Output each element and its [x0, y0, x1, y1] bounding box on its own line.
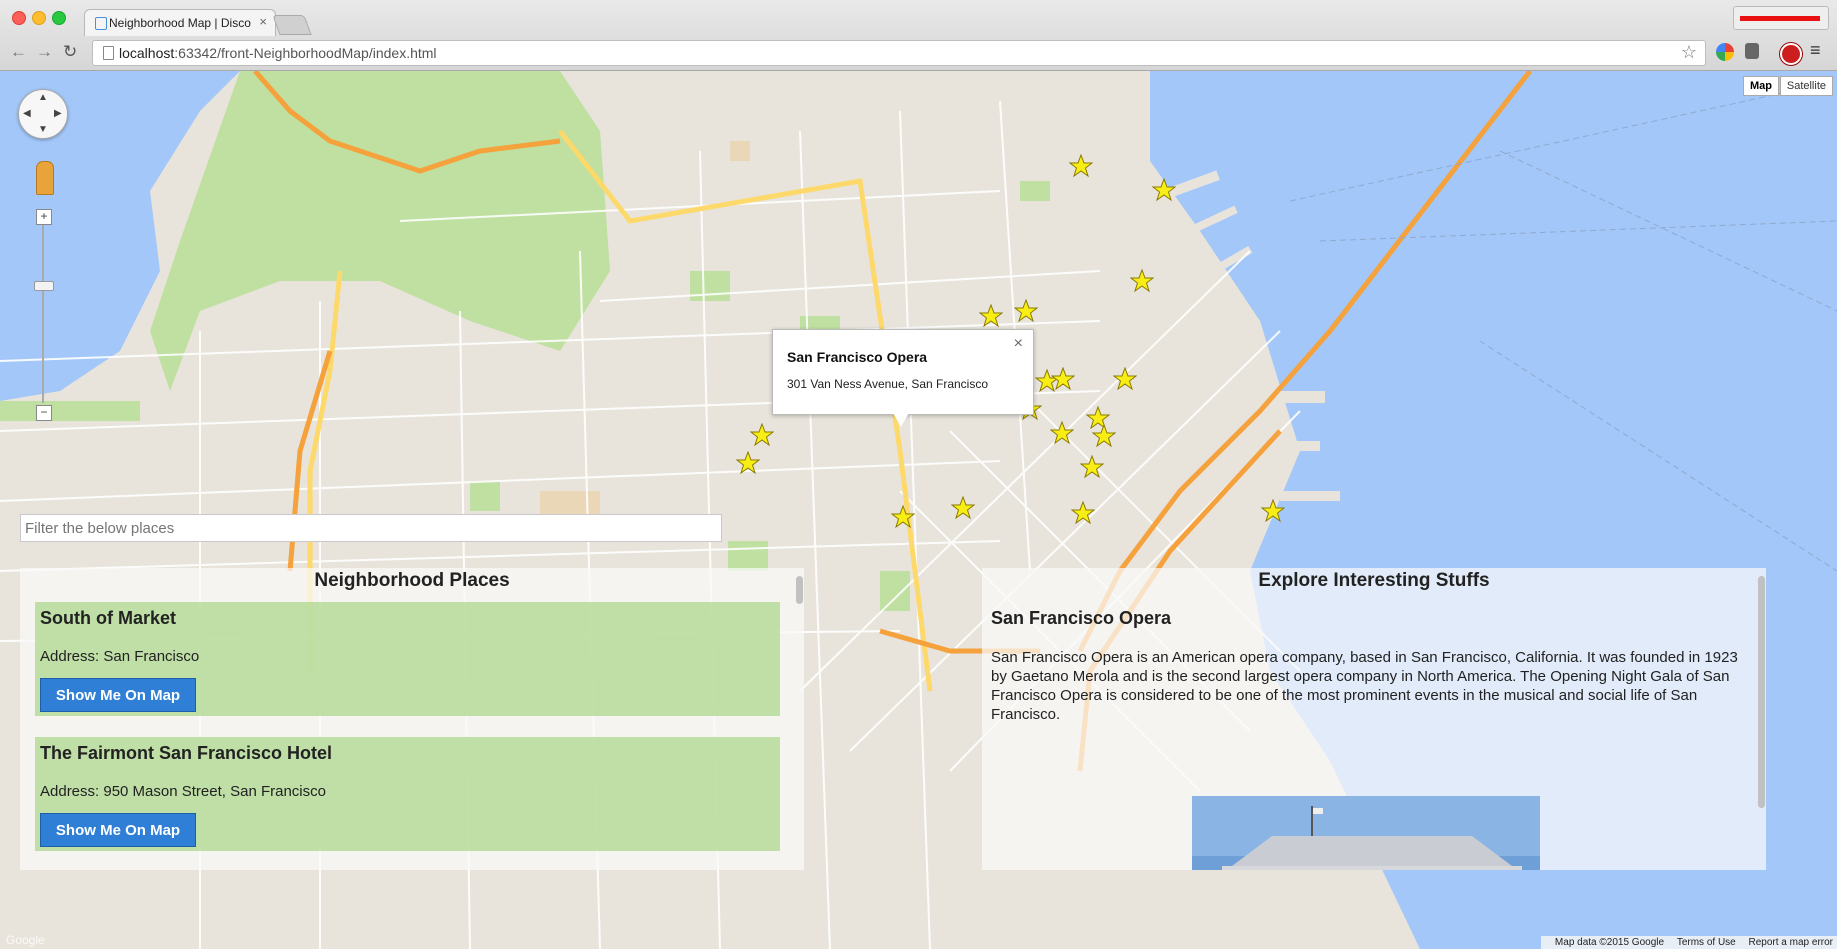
- report-error-link[interactable]: Report a map error: [1749, 937, 1833, 948]
- places-heading: Neighborhood Places: [314, 570, 510, 591]
- tab-close-icon[interactable]: ×: [259, 14, 267, 29]
- place-address: Address: 950 Mason Street, San Francisco: [40, 783, 326, 800]
- star-marker-icon[interactable]: [979, 304, 1003, 328]
- pan-right-icon[interactable]: ▶: [54, 108, 62, 119]
- opera-house-photo: [1192, 796, 1540, 870]
- star-marker-icon[interactable]: [736, 451, 760, 475]
- star-marker-icon[interactable]: [1092, 424, 1116, 448]
- star-marker-icon[interactable]: [750, 423, 774, 447]
- star-marker-icon[interactable]: [1050, 421, 1074, 445]
- star-marker-icon[interactable]: [951, 496, 975, 520]
- explore-item-title: San Francisco Opera: [991, 608, 1172, 628]
- url-text: localhost:63342/front-NeighborhoodMap/in…: [119, 45, 437, 61]
- star-marker-icon[interactable]: [1113, 367, 1137, 391]
- info-window-title: San Francisco Opera: [787, 349, 928, 365]
- places-scrollbar[interactable]: [796, 576, 803, 604]
- pan-up-icon[interactable]: ▲: [38, 92, 48, 103]
- map-type-map-button[interactable]: Map: [1743, 76, 1779, 96]
- window-maximize-button[interactable]: [52, 11, 66, 25]
- street-view-pegman-icon[interactable]: [36, 161, 54, 195]
- extension-color-icon[interactable]: [1716, 43, 1734, 61]
- star-marker-icon[interactable]: [1071, 501, 1095, 525]
- map-attribution: Map data ©2015 Google Terms of Use Repor…: [1540, 936, 1837, 949]
- info-window-address: 301 Van Ness Avenue, San Francisco: [787, 377, 989, 391]
- terms-link[interactable]: Terms of Use: [1677, 937, 1736, 948]
- star-marker-icon[interactable]: [1014, 299, 1038, 323]
- pan-control[interactable]: ▲ ▼ ◀ ▶: [18, 89, 68, 139]
- show-on-map-button[interactable]: Show Me On Map: [40, 813, 196, 847]
- map-data-credit: Map data ©2015 Google: [1554, 937, 1665, 948]
- star-marker-icon[interactable]: [1152, 178, 1176, 202]
- zoom-slider-handle[interactable]: [34, 281, 54, 291]
- reload-button[interactable]: ↻: [63, 42, 77, 62]
- filter-input[interactable]: [20, 514, 722, 542]
- forward-button[interactable]: →: [36, 42, 53, 62]
- zoom-slider-track[interactable]: [42, 225, 44, 403]
- back-button[interactable]: ←: [10, 42, 27, 62]
- neighborhood-places-panel: Neighborhood Places South of Market Addr…: [20, 568, 804, 870]
- browser-tab[interactable]: Neighborhood Map | Disco ×: [84, 9, 276, 36]
- window-close-button[interactable]: [12, 11, 26, 25]
- explore-scrollbar[interactable]: [1758, 576, 1765, 808]
- adblock-icon[interactable]: [1780, 43, 1802, 65]
- place-name: The Fairmont San Francisco Hotel: [40, 743, 333, 763]
- info-window-close-icon[interactable]: ×: [1014, 335, 1023, 353]
- zoom-out-button[interactable]: −: [36, 405, 52, 421]
- star-marker-icon[interactable]: [1130, 269, 1154, 293]
- star-marker-icon[interactable]: [1051, 367, 1075, 391]
- tab-title: Neighborhood Map | Disco: [109, 16, 251, 30]
- redacted-profile-name: [1740, 16, 1820, 21]
- profile-button[interactable]: [1733, 6, 1829, 30]
- place-item: South of Market Address: San Francisco S…: [35, 602, 780, 716]
- star-marker-icon[interactable]: [1261, 499, 1285, 523]
- page-favicon-icon: [95, 17, 107, 30]
- pan-left-icon[interactable]: ◀: [23, 108, 31, 119]
- google-logo[interactable]: Google: [6, 933, 45, 947]
- map-type-satellite-button[interactable]: Satellite: [1779, 76, 1833, 96]
- new-tab-button[interactable]: [272, 15, 312, 35]
- place-item: The Fairmont San Francisco Hotel Address…: [35, 737, 780, 851]
- explore-panel: Explore Interesting Stuffs San Francisco…: [982, 568, 1766, 870]
- explore-item-description: San Francisco Opera is an American opera…: [991, 649, 1738, 723]
- star-marker-icon[interactable]: [891, 505, 915, 529]
- place-name: South of Market: [40, 608, 177, 628]
- show-on-map-button[interactable]: Show Me On Map: [40, 678, 196, 712]
- pan-down-icon[interactable]: ▼: [38, 124, 48, 135]
- menu-icon[interactable]: ≡: [1810, 40, 1821, 61]
- zoom-in-button[interactable]: +: [36, 209, 52, 225]
- info-window-pointer: [892, 411, 910, 427]
- address-bar[interactable]: localhost:63342/front-NeighborhoodMap/in…: [92, 40, 1706, 66]
- star-marker-icon[interactable]: [1080, 455, 1104, 479]
- extension-tool-icon[interactable]: [1745, 43, 1759, 59]
- place-address: Address: San Francisco: [40, 648, 200, 665]
- window-minimize-button[interactable]: [32, 11, 46, 25]
- page-icon: [103, 46, 114, 60]
- bookmark-star-icon[interactable]: ☆: [1681, 42, 1697, 63]
- star-marker-icon[interactable]: [1069, 154, 1093, 178]
- info-window: San Francisco Opera 301 Van Ness Avenue,…: [772, 329, 1034, 415]
- browser-chrome: Neighborhood Map | Disco × ← → ↻ localho…: [0, 0, 1837, 71]
- explore-heading: Explore Interesting Stuffs: [1258, 570, 1490, 591]
